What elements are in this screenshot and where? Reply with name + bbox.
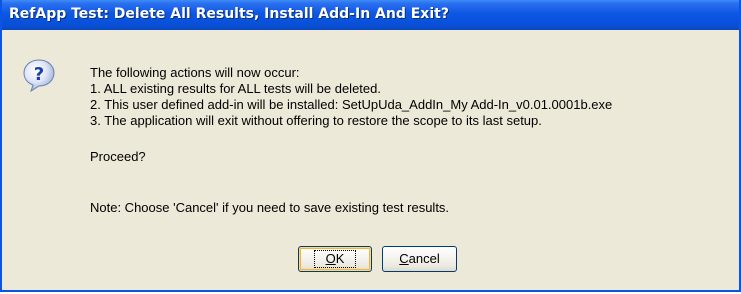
- svg-text:?: ?: [34, 64, 44, 85]
- message-line: 3. The application will exit without off…: [90, 113, 542, 128]
- message-body: The following actions will now occur: 1.…: [90, 65, 612, 129]
- cancel-button[interactable]: Cancel: [382, 246, 457, 272]
- message-line: 2. This user defined add-in will be inst…: [90, 97, 613, 112]
- note-text: Note: Choose 'Cancel' if you need to sav…: [90, 200, 450, 215]
- ok-button[interactable]: OK: [298, 246, 372, 272]
- title-bar[interactable]: RefApp Test: Delete All Results, Install…: [2, 0, 739, 30]
- dialog-title: RefApp Test: Delete All Results, Install…: [9, 6, 449, 22]
- dialog-window: RefApp Test: Delete All Results, Install…: [0, 0, 741, 292]
- message-line: 1. ALL existing results for ALL tests wi…: [90, 81, 381, 96]
- cancel-button-label: Cancel: [399, 251, 440, 266]
- message-line: The following actions will now occur:: [90, 65, 300, 80]
- proceed-prompt: Proceed?: [90, 149, 146, 164]
- ok-button-label: OK: [313, 250, 357, 268]
- question-icon: ?: [22, 58, 55, 93]
